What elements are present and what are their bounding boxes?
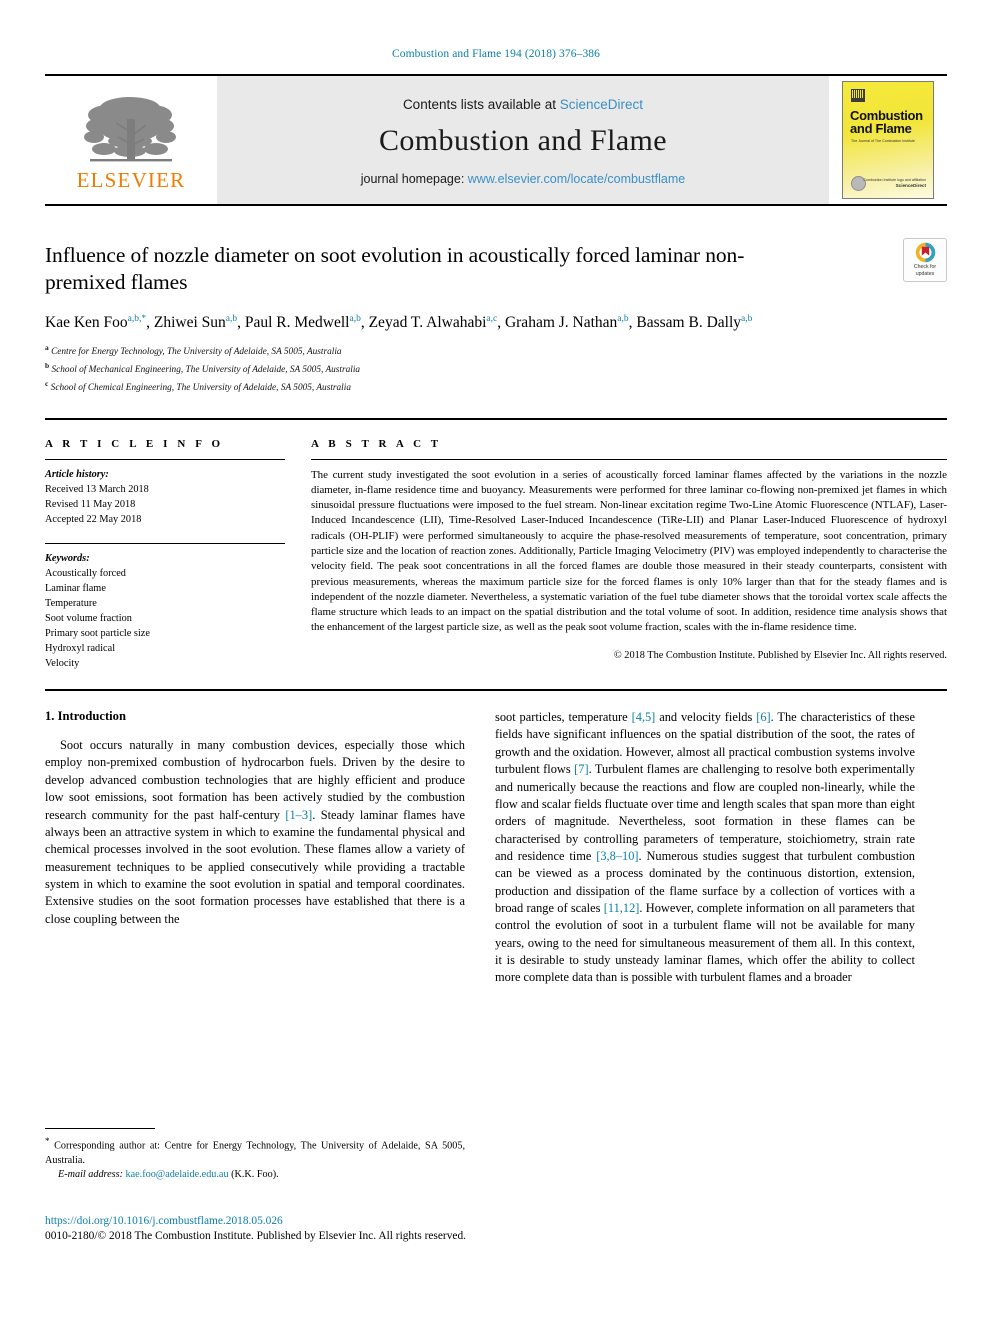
title-section: Check for updates Influence of nozzle di… [45,238,947,396]
cover-title-line2: and Flame [850,121,912,137]
history-item: Revised 11 May 2018 [45,498,136,510]
cover-footer: Combustion Institute logo and affiliatio… [863,178,926,190]
history-item: Accepted 22 May 2018 [45,513,142,525]
combustion-institute-logo-icon [851,89,865,102]
affiliation-item: b School of Mechanical Engineering, The … [45,360,947,378]
cover-title-line1: Combustion [850,108,923,123]
elsevier-wordmark: ELSEVIER [76,168,186,192]
keyword-item: Velocity [45,658,80,670]
body-column-left: 1. Introduction Soot occurs naturally in… [45,709,465,987]
footnote-area: * Corresponding author at: Centre for En… [45,1128,465,1183]
author-list: Kae Ken Fooa,b,*, Zhiwei Suna,b, Paul R.… [45,314,753,332]
paper-page: Combustion and Flame 194 (2018) 376–386 [0,0,992,1323]
keyword-item: Soot volume fraction [45,612,132,624]
keyword-item: Temperature [45,597,97,609]
article-info-heading: A R T I C L E I N F O [45,437,224,450]
doi-link[interactable]: https://doi.org/10.1016/j.combustflame.2… [45,1214,645,1229]
body-columns: 1. Introduction Soot occurs naturally in… [45,709,947,987]
abstract-heading: A B S T R A C T [311,437,442,450]
body-divider [45,689,947,692]
email-link[interactable]: kae.foo@adelaide.edu.au [126,1169,229,1180]
keyword-item: Hydroxyl radical [45,643,116,654]
crossmark-badge[interactable]: Check for updates [903,238,947,282]
crossmark-icon [915,242,935,263]
info-abstract-section: A R T I C L E I N F O Article history: R… [45,417,947,671]
article-history-label: Article history: [45,468,109,480]
section-heading-introduction: 1. Introduction [45,709,126,724]
abstract-text: The current study investigated the soot … [311,468,947,634]
article-history-block: Article history: Received 13 March 2018 … [45,460,285,527]
homepage-line: journal homepage: www.elsevier.com/locat… [361,172,685,186]
keyword-item: Laminar flame [45,582,106,594]
keyword-item: Primary soot particle size [45,627,150,639]
intro-paragraph-left: Soot occurs naturally in many combustion… [45,738,465,926]
journal-cover-thumbnail: Combustion and Flame The Journal of The … [829,76,947,204]
keywords-block: Keywords: Acoustically forced Laminar fl… [45,544,285,671]
abstract-column: A B S T R A C T The current study invest… [311,438,947,671]
affiliation-marker: b [45,361,50,370]
sciencedirect-link[interactable]: ScienceDirect [560,97,643,112]
abstract-copyright: © 2018 The Combustion Institute. Publish… [613,649,947,661]
running-head: Combustion and Flame 194 (2018) 376–386 [391,48,600,60]
affiliation-text: School of Chemical Engineering, The Univ… [50,382,351,393]
article-info-column: A R T I C L E I N F O Article history: R… [45,438,285,671]
body-column-right: soot particles, temperature [4,5] and ve… [495,709,915,987]
affiliation-text: School of Mechanical Engineering, The Un… [51,365,361,376]
elsevier-logo: ELSEVIER [45,76,217,204]
crossmark-label-line2: updates [915,270,935,277]
elsevier-tree-icon [84,97,176,162]
page-title: Influence of nozzle diameter on soot evo… [45,243,745,295]
affiliation-item: c School of Chemical Engineering, The Un… [45,378,947,396]
cover-footer-line2: ScienceDirect [895,183,926,189]
corresponding-author-note: * Corresponding author at: Centre for En… [45,1136,465,1166]
journal-masthead: ELSEVIER Contents lists available at Sci… [45,74,947,206]
affiliation-text: Centre for Energy Technology, The Univer… [51,347,342,358]
masthead-center: Contents lists available at ScienceDirec… [217,76,829,204]
homepage-url-link[interactable]: www.elsevier.com/locate/combustflame [468,172,685,186]
contents-line: Contents lists available at ScienceDirec… [403,97,643,112]
keyword-item: Acoustically forced [45,567,126,579]
journal-title: Combustion and Flame [379,123,667,157]
keywords-label: Keywords: [45,552,90,564]
contents-prefix: Contents lists available at [402,96,560,112]
footnote-rule [45,1128,155,1129]
cover-title: Combustion and Flame [850,109,923,136]
email-note: E-mail address: kae.foo@adelaide.edu.au … [45,1168,465,1182]
issn-copyright-line: 0010-2180/© 2018 The Combustion Institut… [45,1230,466,1243]
affiliation-item: a Centre for Energy Technology, The Univ… [45,342,947,360]
affiliation-marker: a [45,343,49,353]
email-owner: (K.K. Foo). [231,1169,279,1181]
history-item: Received 13 March 2018 [45,483,149,495]
homepage-prefix: journal homepage: [360,171,468,186]
email-label: E-mail address: [58,1169,123,1181]
intro-paragraph-right: soot particles, temperature [4,5] and ve… [495,710,915,985]
affiliation-marker: c [45,378,49,388]
affiliation-list: a Centre for Energy Technology, The Univ… [45,342,947,396]
cover-subtitle: The Journal of The Combustion Institute [851,139,915,143]
cover-image: Combustion and Flame The Journal of The … [842,81,934,199]
crossmark-label-line1: Check for [913,264,937,270]
footer-block: https://doi.org/10.1016/j.combustflame.2… [45,1214,645,1245]
